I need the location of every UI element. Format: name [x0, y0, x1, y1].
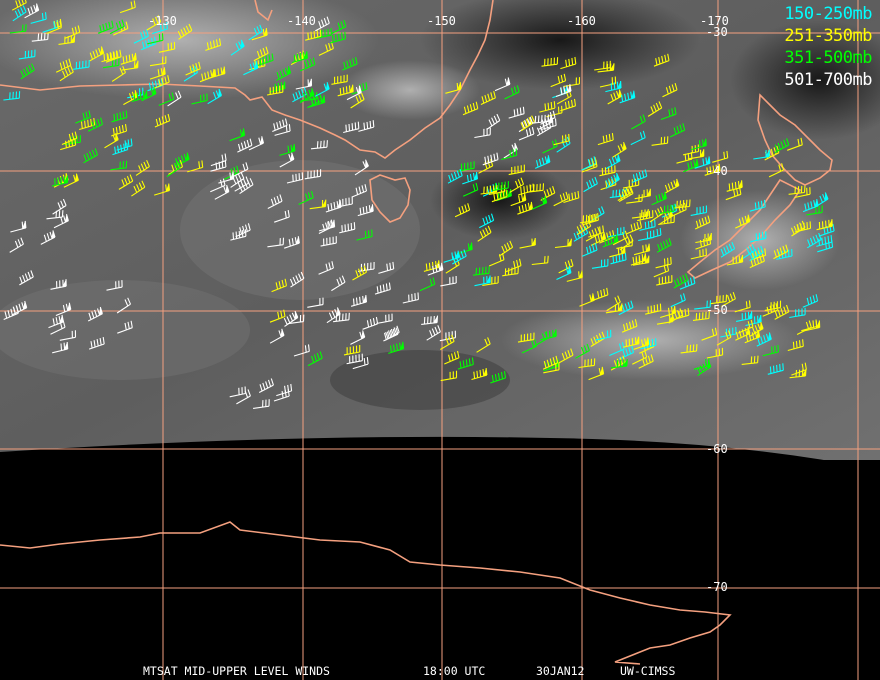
- image-footer: MTSAT MID-UPPER LEVEL WINDS 18:00 UTC 30…: [0, 664, 880, 680]
- satellite-wind-map: [0, 0, 880, 680]
- legend-150-250mb: 150-250mb: [784, 4, 872, 24]
- observation-time: 18:00 UTC: [423, 664, 486, 678]
- legend-501-700mb: 501-700mb: [784, 70, 872, 90]
- legend-351-500mb: 351-500mb: [784, 48, 872, 68]
- observation-date: 30JAN12: [536, 664, 585, 678]
- latitude-label: -40: [706, 164, 728, 178]
- latitude-label: -50: [706, 303, 728, 317]
- longitude-label: -140: [287, 14, 316, 28]
- data-source: UW-CIMSS: [620, 664, 676, 678]
- latitude-label: -30: [706, 25, 728, 39]
- longitude-label: -150: [427, 14, 456, 28]
- latitude-label: -70: [706, 580, 728, 594]
- longitude-label: -130: [148, 14, 177, 28]
- legend-251-350mb: 251-350mb: [784, 26, 872, 46]
- latitude-label: -60: [706, 442, 728, 456]
- product-name: MTSAT MID-UPPER LEVEL WINDS: [143, 664, 330, 678]
- longitude-label: -160: [567, 14, 596, 28]
